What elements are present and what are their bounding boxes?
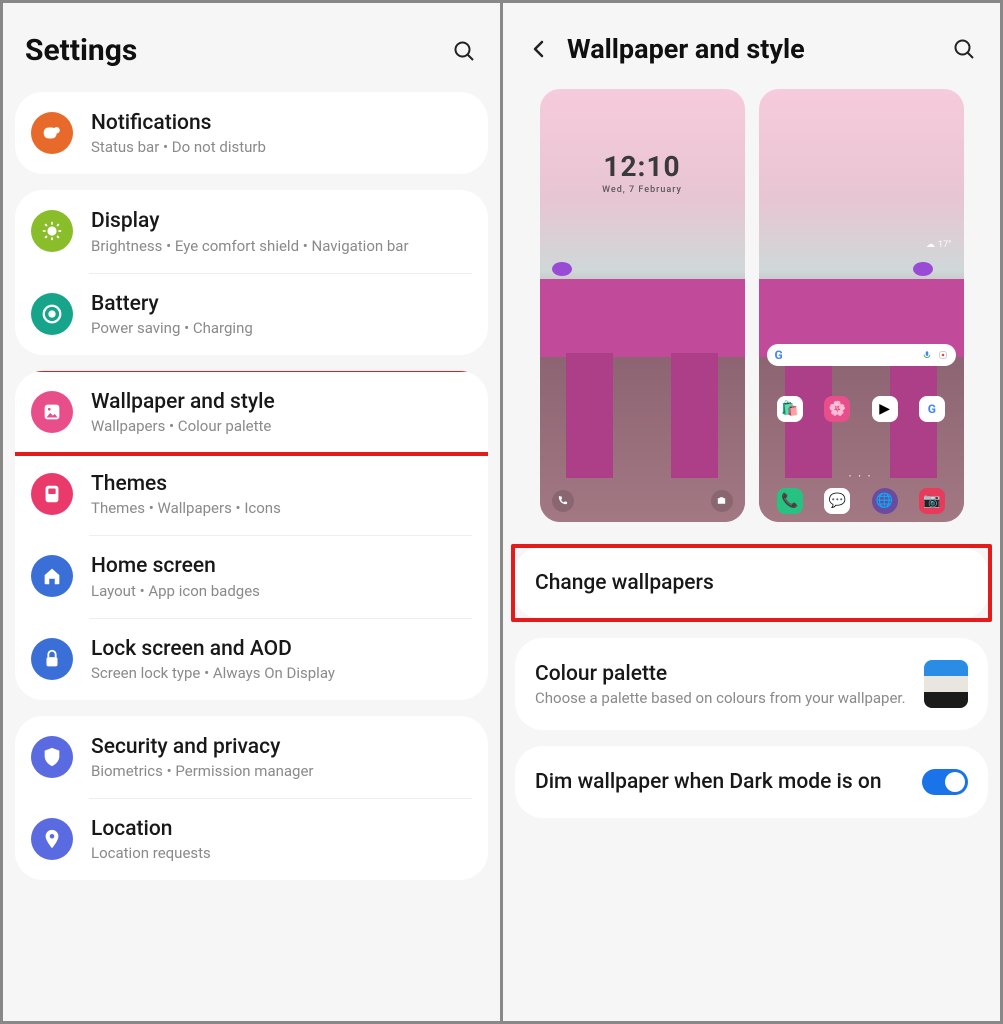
settings-row-home[interactable]: Home screen Layout • App icon badges: [15, 535, 488, 617]
home-icon: [31, 555, 73, 597]
page-indicator: • • •: [759, 473, 964, 480]
settings-row-location[interactable]: Location Location requests: [15, 798, 488, 880]
settings-row-wallpaper[interactable]: Wallpaper and style Wallpapers • Colour …: [15, 371, 488, 453]
app-browser-icon: 🌐: [872, 488, 898, 514]
dim-wallpaper-row[interactable]: Dim wallpaper when Dark mode is on: [515, 746, 988, 818]
settings-group: Notifications Status bar • Do not distur…: [15, 92, 488, 174]
themes-icon: [31, 473, 73, 515]
row-subtitle: Themes • Wallpapers • Icons: [91, 499, 472, 517]
dim-wallpaper-toggle[interactable]: [922, 769, 968, 795]
settings-row-battery[interactable]: Battery Power saving • Charging: [15, 273, 488, 355]
row-title: Battery: [91, 291, 472, 317]
security-icon: [31, 736, 73, 778]
wallpaper-previews: 12:10 Wed, 7 February ☁ 17° G 🛍️ 🌸: [527, 89, 976, 522]
row-subtitle: Location requests: [91, 844, 472, 862]
settings-screen: Settings Notifications Status bar • Do n…: [3, 3, 500, 1021]
row-subtitle: Layout • App icon badges: [91, 582, 472, 600]
change-wallpapers-row[interactable]: Change wallpapers: [515, 548, 988, 618]
lock-date: Wed, 7 February: [540, 185, 745, 195]
google-logo-icon: G: [775, 348, 783, 362]
row-title: Lock screen and AOD: [91, 636, 472, 662]
settings-row-notifications[interactable]: Notifications Status bar • Do not distur…: [15, 92, 488, 174]
lens-icon: [938, 350, 948, 360]
row-title: Home screen: [91, 553, 472, 579]
weather-widget: ☁ 17°: [926, 240, 951, 250]
change-wallpapers-highlight: Change wallpapers: [511, 544, 992, 622]
google-search-bar: G: [767, 344, 956, 366]
palette-swatch-icon: [924, 660, 968, 708]
lock-clock: 12:10 Wed, 7 February: [540, 150, 745, 195]
settings-header: Settings: [3, 3, 500, 92]
app-google-icon: G: [919, 396, 945, 422]
row-title: Location: [91, 816, 472, 842]
display-icon: [31, 210, 73, 252]
location-icon: [31, 818, 73, 860]
settings-row-security[interactable]: Security and privacy Biometrics • Permis…: [15, 716, 488, 798]
row-subtitle: Status bar • Do not disturb: [91, 138, 472, 156]
row-title: Display: [91, 208, 472, 234]
settings-row-lock[interactable]: Lock screen and AOD Screen lock type • A…: [15, 618, 488, 700]
notifications-icon: [31, 112, 73, 154]
row-subtitle: Biometrics • Permission manager: [91, 762, 472, 780]
colour-palette-title: Colour palette: [535, 661, 912, 687]
colour-palette-sub: Choose a palette based on colours from y…: [535, 689, 912, 707]
app-messages-icon: 💬: [824, 488, 850, 514]
search-icon[interactable]: [450, 37, 478, 65]
row-title: Security and privacy: [91, 734, 472, 760]
settings-group: Security and privacy Biometrics • Permis…: [15, 716, 488, 881]
settings-group: Display Brightness • Eye comfort shield …: [15, 190, 488, 355]
change-wallpapers-label: Change wallpapers: [535, 570, 714, 596]
home-dock: 📞 💬 🌐 📷: [767, 488, 956, 514]
phone-icon: [552, 490, 574, 512]
settings-row-display[interactable]: Display Brightness • Eye comfort shield …: [15, 190, 488, 272]
app-playstore-icon: ▶: [872, 396, 898, 422]
settings-group: Wallpaper and style Wallpapers • Colour …: [15, 371, 488, 700]
page-title: Settings: [25, 33, 450, 68]
settings-row-themes[interactable]: Themes Themes • Wallpapers • Icons: [15, 453, 488, 535]
row-title: Themes: [91, 471, 472, 497]
app-store-icon: 🛍️: [777, 396, 803, 422]
wallpaper-icon: [31, 391, 73, 433]
mic-icon: [922, 350, 932, 360]
row-subtitle: Screen lock type • Always On Display: [91, 664, 472, 682]
search-icon[interactable]: [950, 35, 978, 63]
lock-screen-preview[interactable]: 12:10 Wed, 7 February: [540, 89, 745, 522]
row-subtitle: Brightness • Eye comfort shield • Naviga…: [91, 237, 472, 255]
row-title: Wallpaper and style: [91, 389, 472, 415]
home-screen-preview[interactable]: ☁ 17° G 🛍️ 🌸 ▶ G • • • 📞 💬 🌐 📷: [759, 89, 964, 522]
wallpaper-style-screen: Wallpaper and style 12:10 Wed, 7 Februar…: [503, 3, 1000, 1021]
app-phone-icon: 📞: [777, 488, 803, 514]
lock-icon: [31, 638, 73, 680]
row-subtitle: Power saving • Charging: [91, 319, 472, 337]
row-subtitle: Wallpapers • Colour palette: [91, 417, 472, 435]
app-gallery-icon: 🌸: [824, 396, 850, 422]
colour-palette-row[interactable]: Colour palette Choose a palette based on…: [515, 638, 988, 730]
row-title: Notifications: [91, 110, 472, 136]
camera-icon: [711, 490, 733, 512]
battery-icon: [31, 293, 73, 335]
wallpaper-header: Wallpaper and style: [503, 3, 1000, 89]
back-icon[interactable]: [525, 35, 553, 63]
app-camera-icon: 📷: [919, 488, 945, 514]
dim-wallpaper-title: Dim wallpaper when Dark mode is on: [535, 768, 910, 796]
page-title: Wallpaper and style: [567, 33, 950, 65]
